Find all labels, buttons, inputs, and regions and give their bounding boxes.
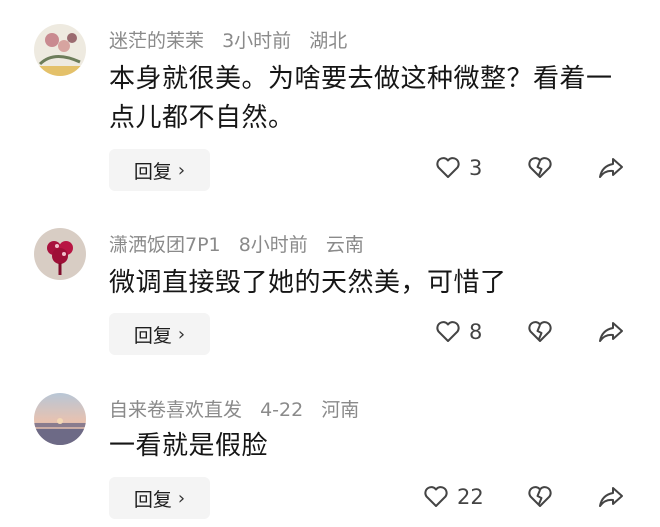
timestamp: 4-22: [260, 399, 304, 421]
avatar[interactable]: [34, 228, 86, 280]
heart-icon: [436, 321, 460, 342]
comment-meta: 迷茫的茉茉 3小时前 湖北: [109, 26, 359, 53]
location: 云南: [325, 234, 364, 256]
dislike-button[interactable]: [527, 156, 553, 180]
chevron-right-icon: ›: [177, 487, 186, 509]
like-button[interactable]: 3: [435, 156, 482, 180]
location: 河南: [321, 399, 360, 421]
timestamp: 8小时前: [238, 234, 308, 256]
share-icon: [599, 322, 623, 342]
avatar-sunset-icon: [34, 393, 86, 445]
like-count: 22: [457, 485, 484, 509]
reply-button[interactable]: 回复 ›: [109, 477, 210, 519]
comment-text: 微调直接毁了她的天然美，可惜了: [109, 268, 507, 298]
reply-label: 回复: [133, 160, 172, 183]
broken-heart-icon: [528, 486, 552, 507]
location: 湖北: [309, 30, 348, 52]
like-button[interactable]: 22: [423, 485, 484, 509]
reply-label: 回复: [133, 488, 172, 511]
comment-meta: 自来卷喜欢直发 4-22 河南: [109, 395, 371, 422]
dislike-button[interactable]: [527, 320, 553, 344]
share-icon: [599, 158, 623, 178]
reply-button[interactable]: 回复 ›: [109, 313, 210, 355]
username[interactable]: 自来卷喜欢直发: [109, 399, 242, 421]
username[interactable]: 迷茫的茉茉: [109, 30, 204, 52]
reply-button[interactable]: 回复 ›: [109, 149, 210, 191]
avatar[interactable]: [34, 393, 86, 445]
like-count: 8: [469, 320, 483, 344]
broken-heart-icon: [528, 321, 552, 342]
heart-icon: [436, 157, 460, 178]
share-icon: [599, 487, 623, 507]
chevron-right-icon: ›: [177, 323, 186, 345]
avatar-flower-icon: [34, 228, 86, 280]
username[interactable]: 潇洒饭团7P1: [109, 234, 221, 256]
comment-meta: 潇洒饭团7P1 8小时前 云南: [109, 230, 376, 257]
comment-text: 本身就很美。为啥要去做这种微整？看着一点儿都不自然。: [109, 64, 613, 133]
chevron-right-icon: ›: [177, 159, 186, 181]
reply-label: 回复: [133, 324, 172, 347]
share-button[interactable]: [597, 485, 625, 509]
avatar[interactable]: [34, 24, 86, 76]
avatar-floral-icon: [34, 24, 86, 76]
like-count: 3: [469, 156, 483, 180]
share-button[interactable]: [597, 156, 625, 180]
broken-heart-icon: [528, 157, 552, 178]
timestamp: 3小时前: [222, 30, 292, 52]
like-button[interactable]: 8: [435, 320, 482, 344]
comment-text: 一看就是假脸: [109, 431, 269, 461]
heart-icon: [424, 486, 448, 507]
share-button[interactable]: [597, 320, 625, 344]
dislike-button[interactable]: [527, 485, 553, 509]
